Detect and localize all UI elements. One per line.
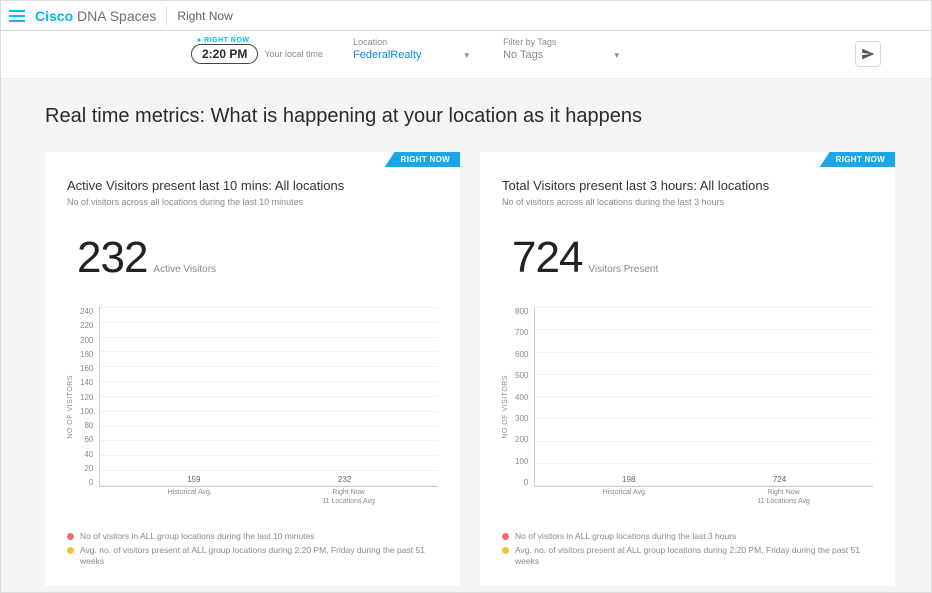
hamburger-icon[interactable] <box>9 10 25 22</box>
right-now-tag: ● RIGHT NOW <box>197 37 250 44</box>
location-filter[interactable]: Location FederalRealty ▾ <box>353 37 473 61</box>
chart-legend: No of visitors in ALL group locations du… <box>67 523 438 567</box>
dot-icon <box>502 547 509 554</box>
chart-bars: 198 724 <box>535 307 873 486</box>
chart-legend: No of visitors in ALL group locations du… <box>502 523 873 567</box>
local-time-label: Your local time <box>264 49 323 59</box>
card-title: Total Visitors present last 3 hours: All… <box>502 178 873 193</box>
bar: 198 <box>609 475 649 486</box>
bar: 232 <box>325 475 365 486</box>
card-total-visitors: RIGHT NOW Total Visitors present last 3 … <box>480 152 895 586</box>
y-axis-ticks: 240220200180160140120100806040200 <box>80 307 93 507</box>
y-axis-label: NO OF VISITORS <box>502 375 509 439</box>
dot-icon <box>502 533 509 540</box>
x-axis-labels: Historical Avg.Right Now11 Locations Avg <box>100 489 438 506</box>
card-title: Active Visitors present last 10 mins: Al… <box>67 178 438 193</box>
tags-filter-label: Filter by Tags <box>503 37 623 47</box>
legend-item-red: No of visitors in ALL group locations du… <box>67 531 438 542</box>
page-content: Real time metrics: What is happening at … <box>1 79 931 592</box>
divider <box>166 7 167 25</box>
filter-bar: ● RIGHT NOW 2:20 PM Your local time Loca… <box>1 31 931 79</box>
legend-item-orange: Avg. no. of visitors present at ALL grou… <box>67 545 438 567</box>
right-now-time: ● RIGHT NOW 2:20 PM Your local time <box>191 37 323 64</box>
location-filter-label: Location <box>353 37 473 47</box>
legend-item-orange: Avg. no. of visitors present at ALL grou… <box>502 545 873 567</box>
card-active-visitors: RIGHT NOW Active Visitors present last 1… <box>45 152 460 586</box>
chart-active-visitors: NO OF VISITORS 2402202001801601401201008… <box>67 307 438 507</box>
share-button[interactable] <box>855 41 881 67</box>
page-title: Real time metrics: What is happening at … <box>45 105 895 128</box>
big-number: 724 Visitors Present <box>502 233 873 283</box>
brand-rest: DNA Spaces <box>73 8 156 24</box>
big-number-label: Active Visitors <box>153 264 216 275</box>
brand-logo: Cisco DNA Spaces <box>35 8 156 24</box>
send-icon <box>861 47 875 61</box>
chevron-down-icon: ▾ <box>615 50 620 61</box>
bar: 724 <box>760 475 800 486</box>
big-number-value: 724 <box>512 233 582 283</box>
chart-plot: 159232 Historical Avg.Right Now11 Locati… <box>99 307 438 487</box>
cards-row: RIGHT NOW Active Visitors present last 1… <box>45 152 895 586</box>
chart-bars: 159 232 <box>100 307 438 486</box>
x-axis-labels: Historical Avg.Right Now11 Locations Avg <box>535 489 873 506</box>
top-bar: Cisco DNA Spaces Right Now <box>1 1 931 31</box>
dot-icon <box>67 547 74 554</box>
y-axis-ticks: 8007006005004003002001000 <box>515 307 528 507</box>
breadcrumb: Right Now <box>177 9 232 23</box>
card-subtitle: No of visitors across all locations duri… <box>502 197 873 207</box>
location-filter-value: FederalRealty <box>353 49 421 61</box>
tags-filter-value: No Tags <box>503 49 543 61</box>
big-number-label: Visitors Present <box>588 264 658 275</box>
card-subtitle: No of visitors across all locations duri… <box>67 197 438 207</box>
bar: 159 <box>174 475 214 486</box>
chart-total-visitors: NO OF VISITORS 8007006005004003002001000… <box>502 307 873 507</box>
current-time-pill[interactable]: 2:20 PM <box>191 44 258 64</box>
legend-item-red: No of visitors in ALL group locations du… <box>502 531 873 542</box>
tags-filter[interactable]: Filter by Tags No Tags ▾ <box>503 37 623 61</box>
chevron-down-icon: ▾ <box>465 50 470 61</box>
right-now-badge: RIGHT NOW <box>820 152 895 167</box>
big-number-value: 232 <box>77 233 147 283</box>
dot-icon <box>67 533 74 540</box>
chart-plot: 198724 Historical Avg.Right Now11 Locati… <box>534 307 873 487</box>
right-now-badge: RIGHT NOW <box>385 152 460 167</box>
brand-cisco: Cisco <box>35 8 73 24</box>
y-axis-label: NO OF VISITORS <box>67 375 74 439</box>
big-number: 232 Active Visitors <box>67 233 438 283</box>
